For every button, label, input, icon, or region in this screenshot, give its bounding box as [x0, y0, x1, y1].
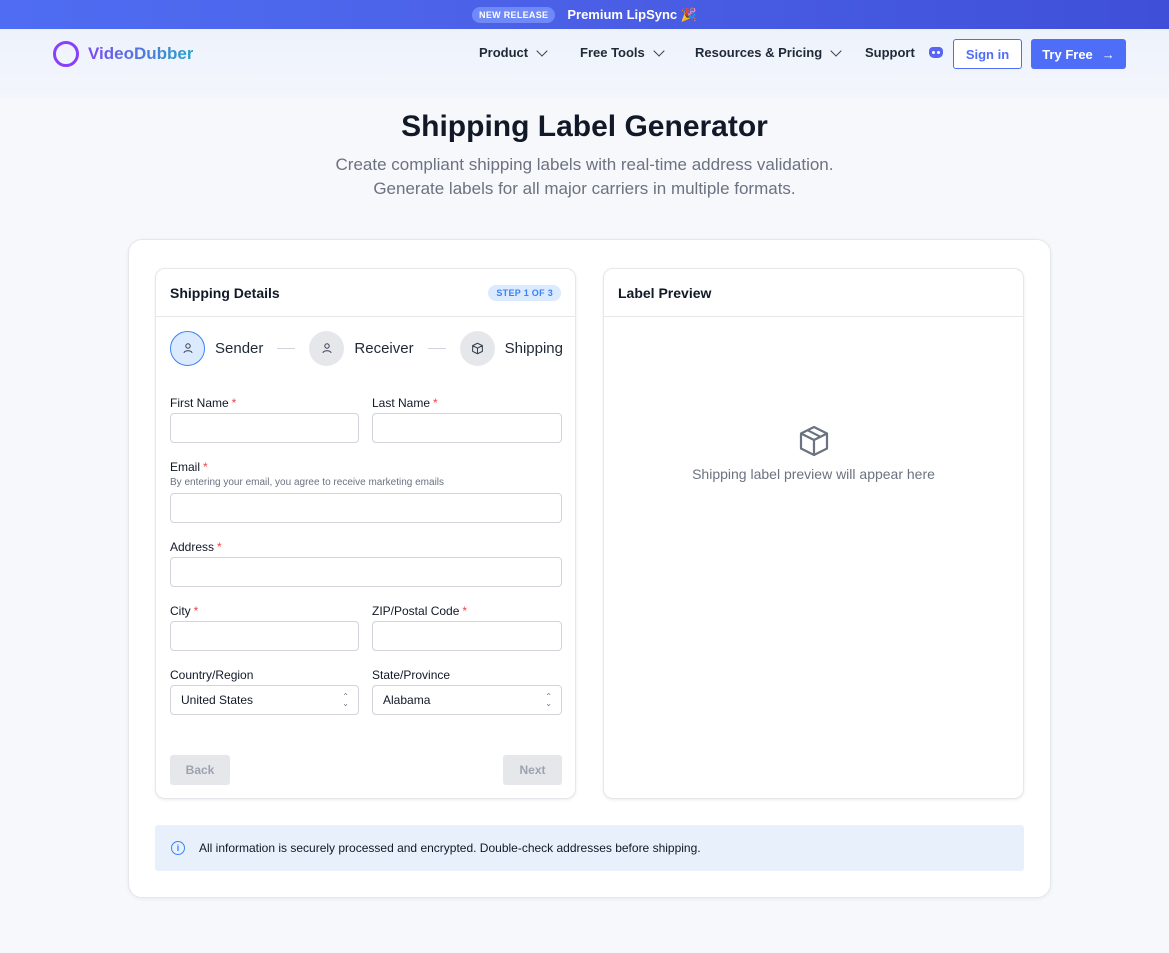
first-name-field[interactable] [170, 413, 359, 443]
step-divider [427, 347, 446, 349]
nav-item-free-tools[interactable]: Free Tools [580, 44, 665, 60]
address-label: Address * [170, 540, 222, 554]
required-mark: * [193, 604, 199, 618]
label-text: Address [170, 540, 215, 554]
country-label: Country/Region [170, 668, 254, 682]
email-label: Email * [170, 460, 208, 474]
banner-text[interactable]: Premium LipSync 🎉 [567, 7, 697, 23]
subtitle-line-2: Generate labels for all major carriers i… [373, 179, 796, 198]
city-label: City * [170, 604, 198, 618]
generator-card: Shipping Details STEP 1 OF 3 Sender Rece… [128, 239, 1051, 898]
step-label: Sender [215, 339, 264, 357]
panel-header: Label Preview [604, 269, 1023, 317]
step-label: Receiver [354, 339, 414, 357]
security-notice: i All information is securely processed … [155, 825, 1024, 871]
back-button[interactable]: Back [170, 755, 230, 785]
new-release-badge: NEW RELEASE [472, 6, 556, 23]
step-badge: STEP 1 OF 3 [488, 284, 561, 301]
required-mark: * [462, 604, 468, 618]
try-free-label: Try Free [1042, 46, 1093, 62]
arrow-right-icon: → [1101, 46, 1115, 62]
state-value: Alabama [383, 693, 431, 707]
required-mark: * [217, 540, 222, 554]
preview-empty-state: Shipping label preview will appear here [604, 424, 1023, 482]
user-icon [170, 330, 205, 366]
sign-in-button[interactable]: Sign in [953, 39, 1022, 69]
page-title: Shipping Label Generator [401, 110, 768, 143]
logo-text: VideoDubber [88, 44, 194, 63]
last-name-label: Last Name * [372, 396, 438, 410]
email-hint: By entering your email, you agree to rec… [170, 477, 445, 488]
country-value: United States [181, 693, 254, 707]
chevron-down-icon [653, 44, 665, 57]
nav-item-label: Resources & Pricing [695, 45, 823, 60]
top-nav: VideoDubber Product Free Tools Resources… [0, 29, 1169, 99]
nav-item-label: Free Tools [580, 45, 645, 60]
next-button[interactable]: Next [503, 755, 562, 785]
package-icon [797, 424, 831, 458]
country-select[interactable]: United States ⌃ ⌄ [170, 685, 359, 715]
city-field[interactable] [170, 621, 359, 651]
announcement-banner[interactable]: NEW RELEASE Premium LipSync 🎉 [0, 0, 1169, 29]
state-label: State/Province [372, 668, 451, 682]
discord-icon [928, 47, 943, 58]
step-sender[interactable]: Sender [170, 330, 264, 366]
panel-header: Shipping Details STEP 1 OF 3 [156, 269, 575, 317]
label-preview-panel: Label Preview Shipping label preview wil… [603, 268, 1024, 799]
preview-empty-text: Shipping label preview will appear here [692, 466, 935, 482]
zip-label: ZIP/Postal Code * [372, 604, 467, 618]
step-receiver[interactable]: Receiver [309, 330, 414, 366]
required-mark: * [203, 460, 208, 474]
chevron-updown-icon: ⌃ ⌄ [545, 692, 552, 708]
page-subtitle: Create compliant shipping labels with re… [0, 153, 1169, 201]
nav-item-product[interactable]: Product [479, 44, 548, 60]
address-field[interactable] [170, 557, 562, 587]
logo[interactable]: VideoDubber [53, 41, 193, 67]
step-divider [277, 347, 296, 349]
state-select[interactable]: Alabama ⌃ ⌄ [372, 685, 562, 715]
first-name-label: First Name * [170, 396, 236, 410]
subtitle-line-1: Create compliant shipping labels with re… [335, 155, 834, 174]
chevron-down-icon [830, 44, 842, 57]
chevron-updown-icon: ⌃ ⌄ [342, 692, 349, 708]
nav-item-support[interactable]: Support [865, 45, 943, 60]
panel-title: Label Preview [618, 284, 712, 301]
label-text: ZIP/Postal Code [372, 604, 460, 618]
step-shipping[interactable]: Shipping [459, 330, 563, 366]
nav-item-label: Support [865, 45, 915, 60]
email-field[interactable] [170, 493, 562, 523]
nav-item-resources-pricing[interactable]: Resources & Pricing [695, 44, 842, 60]
chevron-down-icon [536, 44, 548, 57]
step-indicator: Sender Receiver Shipping [170, 330, 563, 366]
step-label: Shipping [504, 339, 563, 357]
shipping-details-panel: Shipping Details STEP 1 OF 3 Sender Rece… [155, 268, 576, 799]
info-icon: i [171, 841, 185, 855]
label-text: First Name [170, 396, 229, 410]
required-mark: * [433, 396, 438, 410]
notice-text: All information is securely processed an… [199, 841, 701, 855]
try-free-button[interactable]: Try Free → [1031, 39, 1126, 69]
required-mark: * [231, 396, 237, 410]
panel-title: Shipping Details [170, 284, 280, 301]
package-icon [459, 330, 495, 366]
label-text: Last Name [372, 396, 431, 410]
label-text: City [170, 604, 191, 618]
zip-field[interactable] [372, 621, 562, 651]
label-text: Email [170, 460, 201, 474]
last-name-field[interactable] [372, 413, 562, 443]
user-icon [309, 330, 345, 366]
nav-item-label: Product [479, 45, 529, 60]
logo-ring-icon [53, 41, 79, 67]
